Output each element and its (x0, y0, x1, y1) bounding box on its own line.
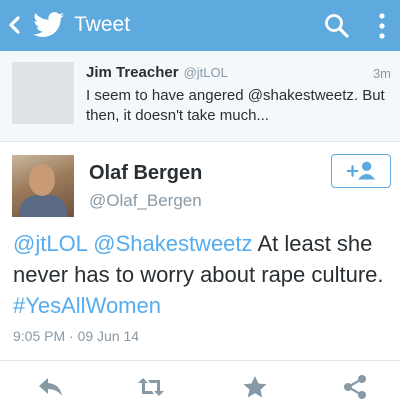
avatar-face (29, 164, 55, 196)
context-tweet[interactable]: Jim Treacher @jtLOL 3m I seem to have ang… (0, 51, 400, 142)
favorite-star-icon[interactable] (240, 374, 270, 400)
search-icon[interactable] (322, 11, 352, 41)
avatar[interactable] (12, 155, 74, 217)
divider (0, 360, 400, 361)
main-tweet-author-handle[interactable]: @Olaf_Bergen (89, 191, 202, 211)
author-name: Jim Treacher (86, 64, 179, 81)
mention-link[interactable]: @Shakestweetz (93, 231, 252, 256)
context-tweet-author: Jim Treacher @jtLOL (86, 64, 228, 81)
page-title: Tweet (74, 13, 131, 36)
tweet-time: 3m (372, 66, 391, 81)
follow-user-icon (346, 161, 376, 180)
overflow-menu-icon[interactable] (374, 11, 390, 41)
avatar-placeholder[interactable] (12, 62, 74, 124)
share-icon[interactable] (340, 374, 370, 400)
main-tweet-text: @jtLOL @Shakestweetz At least she never … (13, 228, 393, 321)
avatar-shirt (19, 195, 67, 217)
main-tweet-author-name[interactable]: Olaf Bergen (89, 162, 202, 185)
follow-button[interactable] (331, 154, 391, 188)
top-app-bar: Tweet (0, 0, 400, 51)
tweet-timestamp: 9:05 PM · 09 Jun 14 (13, 328, 140, 344)
author-handle: @jtLOL (183, 65, 228, 80)
context-tweet-text: I seem to have angered @shakestweetz. Bu… (86, 87, 385, 124)
retweet-icon[interactable] (136, 374, 166, 400)
reply-icon[interactable] (36, 374, 66, 400)
mention-link[interactable]: @jtLOL (13, 231, 87, 256)
hashtag-link[interactable]: #YesAllWomen (13, 293, 161, 318)
twitter-bird-icon (33, 12, 65, 37)
back-chevron-icon[interactable] (6, 13, 24, 37)
